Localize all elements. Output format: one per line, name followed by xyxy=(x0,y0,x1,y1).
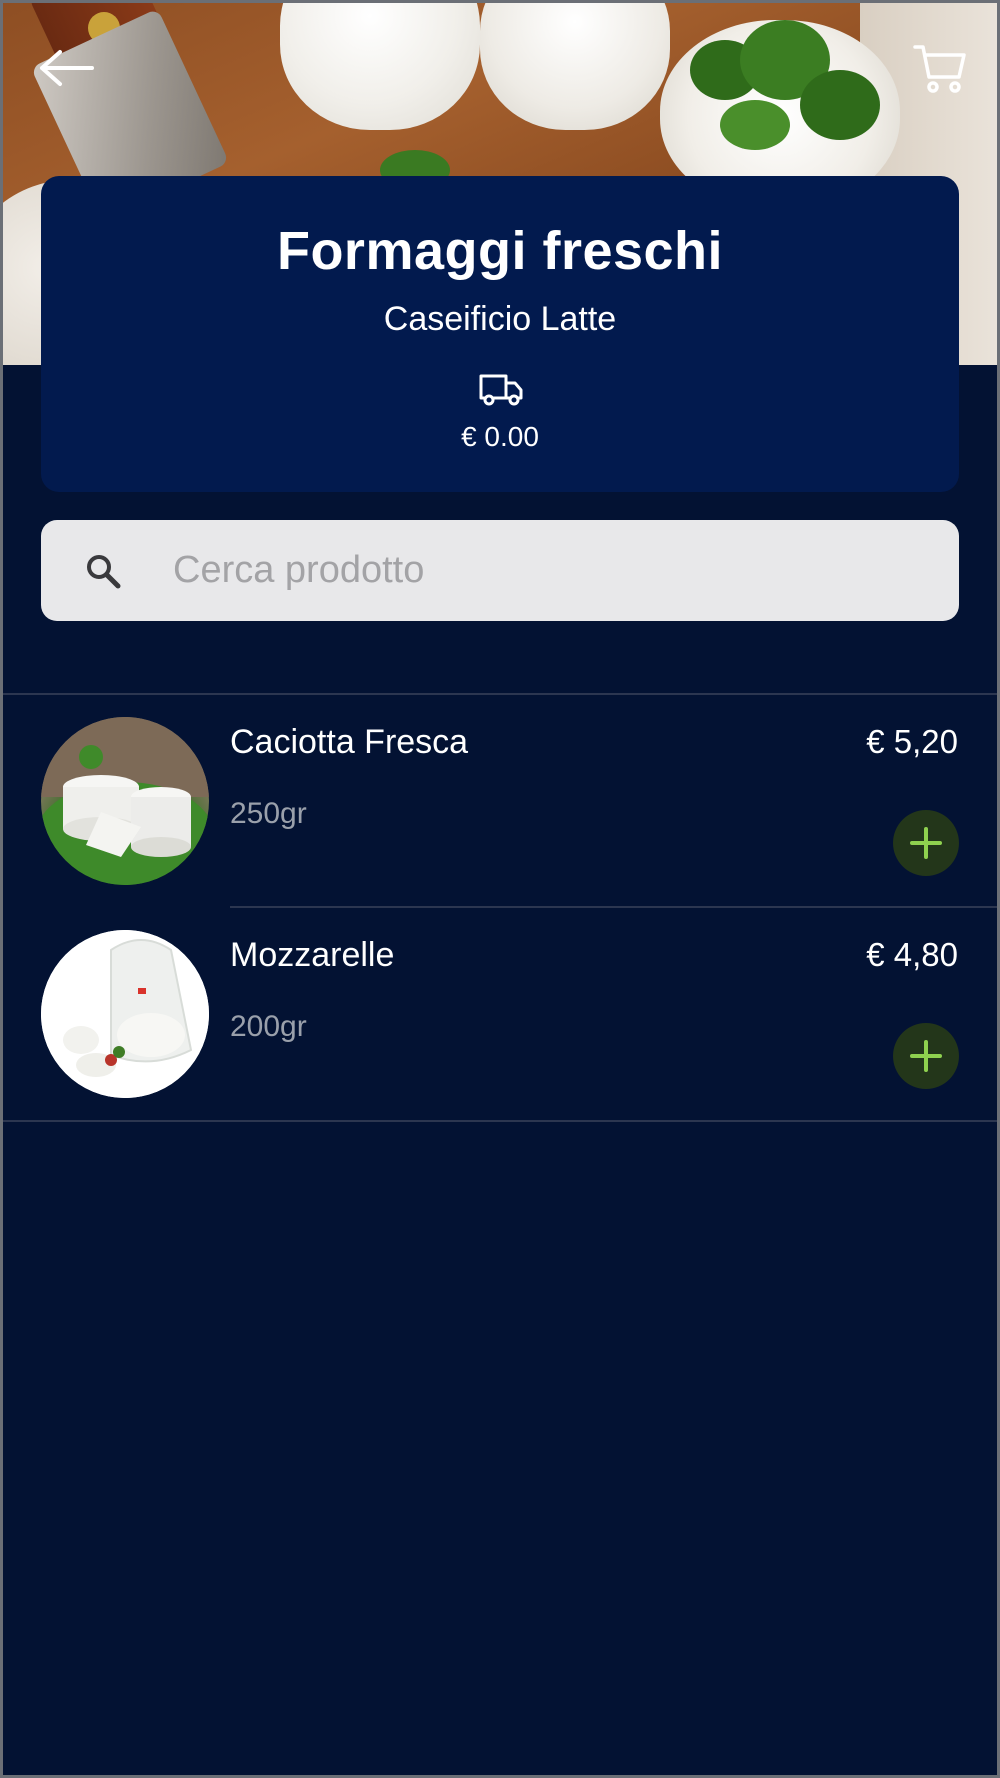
product-weight: 200gr xyxy=(230,1010,307,1043)
product-image-mozzarelle xyxy=(41,930,209,1098)
product-name: Caciotta Fresca xyxy=(230,723,469,761)
back-button[interactable] xyxy=(36,38,96,98)
truck-icon xyxy=(479,374,523,406)
list-item[interactable]: Mozzarelle 200gr € 4,80 xyxy=(0,908,1000,1120)
plus-icon xyxy=(910,1040,942,1072)
cart-button[interactable] xyxy=(910,38,970,98)
plus-icon xyxy=(910,827,942,859)
product-name: Mozzarelle xyxy=(230,936,395,974)
add-to-cart-button[interactable] xyxy=(893,810,959,876)
list-item[interactable]: Caciotta Fresca 250gr € 5,20 xyxy=(0,695,1000,907)
product-image-caciotta xyxy=(41,717,209,885)
arrow-left-icon xyxy=(40,50,94,86)
list-bottom-divider xyxy=(0,1120,1000,1122)
search-bar[interactable] xyxy=(41,520,959,621)
search-icon xyxy=(87,554,121,588)
product-price: € 5,20 xyxy=(866,723,958,760)
delivery-price: € 0.00 xyxy=(461,421,539,452)
product-price: € 4,80 xyxy=(866,936,958,973)
product-weight: 250gr xyxy=(230,797,307,830)
shop-name: Caseificio Latte xyxy=(383,300,617,338)
shopping-cart-icon xyxy=(913,45,966,93)
category-info-card: Formaggi freschi Caseificio Latte € 0.00 xyxy=(41,176,959,492)
search-input[interactable] xyxy=(173,549,873,592)
category-title: Formaggi freschi xyxy=(276,221,724,281)
add-to-cart-button[interactable] xyxy=(893,1023,959,1089)
